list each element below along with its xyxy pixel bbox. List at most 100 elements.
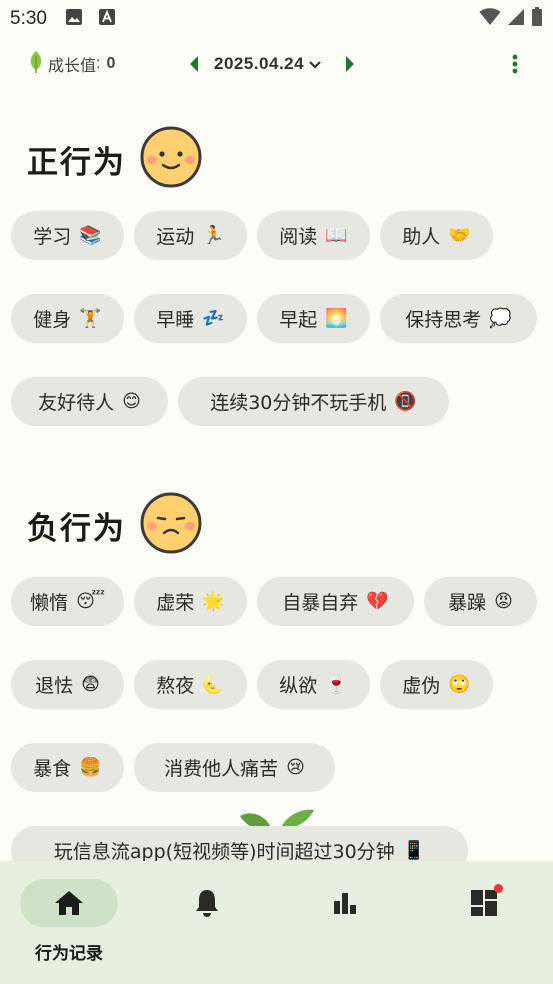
chip-positive-help[interactable]: 助人 🤝 bbox=[380, 211, 493, 260]
handshake-icon: 🤝 bbox=[448, 225, 471, 246]
chip-label: 暴食 bbox=[33, 758, 72, 780]
no-phone-icon: 📵 bbox=[394, 391, 417, 412]
bar-chart-icon bbox=[334, 893, 356, 914]
date-navigator: 2025.04.24 bbox=[184, 52, 360, 76]
more-vertical-icon bbox=[512, 54, 518, 74]
chip-label: 虚荣 bbox=[156, 592, 195, 614]
chip-label: 消费他人痛苦 bbox=[164, 758, 279, 780]
chip-positive-reading[interactable]: 阅读 📖 bbox=[257, 211, 370, 260]
nav-pill bbox=[435, 879, 533, 927]
books-icon: 📚 bbox=[79, 225, 102, 246]
nav-item-dashboard[interactable] bbox=[434, 879, 534, 927]
chip-negative-irritable[interactable]: 暴躁 😡 bbox=[424, 577, 537, 626]
chip-label: 早睡 bbox=[156, 309, 195, 331]
nav-item-statistics[interactable] bbox=[295, 879, 395, 927]
chip-label: 自暴自弃 bbox=[282, 592, 359, 614]
chip-negative-overeat[interactable]: 暴食 🍔 bbox=[11, 743, 124, 792]
chip-label: 连续30分钟不玩手机 bbox=[210, 392, 387, 414]
chip-label: 阅读 bbox=[279, 226, 318, 248]
chip-negative-timid[interactable]: 退怯 😨 bbox=[11, 660, 124, 709]
moon-icon: 🌜 bbox=[202, 674, 225, 695]
eye-roll-face-icon: 🙄 bbox=[448, 674, 471, 695]
more-menu-button[interactable] bbox=[503, 52, 527, 76]
chip-label: 健身 bbox=[33, 309, 72, 331]
dashboard-icon bbox=[471, 890, 497, 916]
angry-face-icon: 😡 bbox=[494, 591, 513, 612]
open-book-icon: 📖 bbox=[325, 225, 348, 246]
nav-label-records: 行为记录 bbox=[35, 944, 103, 964]
chevron-down-icon[interactable] bbox=[308, 55, 322, 74]
nav-pill bbox=[158, 879, 256, 927]
chip-positive-exercise[interactable]: 运动 🏃 bbox=[134, 211, 247, 260]
sleepy-face-icon: 😴 bbox=[76, 591, 105, 612]
wine-glass-icon: 🍷 bbox=[325, 674, 348, 695]
font-icon bbox=[98, 8, 131, 30]
prev-day-button[interactable] bbox=[184, 52, 204, 76]
chip-positive-sleep-early[interactable]: 早睡 💤 bbox=[134, 294, 247, 343]
star-icon: 🌟 bbox=[202, 591, 225, 612]
chip-negative-lazy[interactable]: 懒惰 😴 bbox=[11, 577, 124, 626]
chip-label: 玩信息流app(短视频等)时间超过30分钟 bbox=[53, 841, 395, 863]
growth-value: 0 bbox=[106, 55, 116, 72]
battery-icon bbox=[531, 7, 543, 31]
mobile-phone-icon: 📱 bbox=[402, 840, 426, 861]
thought-bubble-icon: 💭 bbox=[489, 308, 512, 329]
chip-positive-keep-thinking[interactable]: 保持思考 💭 bbox=[380, 294, 537, 343]
weightlifter-icon: 🏋 bbox=[79, 308, 102, 329]
chip-positive-fitness[interactable]: 健身 🏋 bbox=[11, 294, 124, 343]
nav-pill bbox=[296, 879, 394, 927]
chip-label: 退怯 bbox=[35, 675, 74, 697]
negative-title: 负行为 bbox=[27, 510, 126, 547]
chip-negative-vanity[interactable]: 虚荣 🌟 bbox=[134, 577, 247, 626]
growth-indicator: 成长值 : 0 bbox=[28, 50, 115, 78]
wifi-icon bbox=[479, 8, 501, 30]
runner-icon: 🏃 bbox=[202, 225, 225, 246]
zzz-icon: 💤 bbox=[202, 308, 225, 329]
chip-label: 熬夜 bbox=[156, 675, 195, 697]
chip-positive-no-phone[interactable]: 连续30分钟不玩手机 📵 bbox=[178, 377, 449, 426]
smiling-face-icon bbox=[140, 126, 202, 192]
chip-positive-wake-early[interactable]: 早起 🌅 bbox=[257, 294, 370, 343]
chip-label: 暴躁 bbox=[448, 592, 487, 614]
top-bar: 成长值 : 0 2025.04.24 bbox=[0, 44, 553, 84]
home-icon bbox=[55, 891, 83, 915]
negative-section-title: 负行为 bbox=[27, 492, 202, 558]
positive-title: 正行为 bbox=[27, 144, 126, 181]
broken-heart-icon: 💔 bbox=[366, 591, 389, 612]
growth-separator: : bbox=[96, 55, 101, 72]
leaf-icon bbox=[28, 50, 44, 78]
signal-icon bbox=[507, 8, 525, 30]
nav-active-indicator bbox=[20, 879, 118, 927]
status-bar: 5:30 bbox=[0, 0, 553, 38]
chip-negative-stay-up[interactable]: 熬夜 🌜 bbox=[134, 660, 247, 709]
chip-label: 友好待人 bbox=[38, 392, 115, 414]
caret-right-icon bbox=[346, 56, 355, 72]
chip-negative-indulge[interactable]: 纵欲 🍷 bbox=[257, 660, 370, 709]
chip-label: 虚伪 bbox=[402, 675, 441, 697]
chip-label: 纵欲 bbox=[279, 675, 318, 697]
chip-label: 懒惰 bbox=[30, 592, 69, 614]
image-icon bbox=[65, 8, 98, 30]
status-time: 5:30 bbox=[10, 8, 47, 29]
nav-item-notifications[interactable] bbox=[157, 879, 257, 927]
chip-label: 助人 bbox=[402, 226, 441, 248]
chip-positive-study[interactable]: 学习 📚 bbox=[11, 211, 124, 260]
chip-negative-give-up[interactable]: 自暴自弃 💔 bbox=[257, 577, 414, 626]
bottom-navigation: 行为记录 bbox=[0, 861, 553, 984]
bell-icon bbox=[196, 890, 218, 917]
chip-label: 学习 bbox=[33, 226, 72, 248]
chip-positive-friendly[interactable]: 友好待人 😊 bbox=[11, 377, 168, 426]
notification-badge bbox=[494, 884, 503, 893]
chip-negative-consume-suffering[interactable]: 消费他人痛苦 😢 bbox=[134, 743, 335, 792]
burger-icon: 🍔 bbox=[79, 757, 102, 778]
smiling-emoji-icon: 😊 bbox=[122, 391, 141, 412]
nav-item-records[interactable]: 行为记录 bbox=[19, 879, 119, 964]
growth-label: 成长值 bbox=[48, 58, 97, 75]
chip-label: 早起 bbox=[279, 309, 318, 331]
chip-label: 运动 bbox=[156, 226, 195, 248]
next-day-button[interactable] bbox=[340, 52, 360, 76]
sunrise-icon: 🌅 bbox=[325, 308, 348, 329]
sad-face-icon bbox=[140, 492, 202, 558]
date-selector[interactable]: 2025.04.24 bbox=[214, 54, 304, 74]
chip-negative-hypocrisy[interactable]: 虚伪 🙄 bbox=[380, 660, 493, 709]
